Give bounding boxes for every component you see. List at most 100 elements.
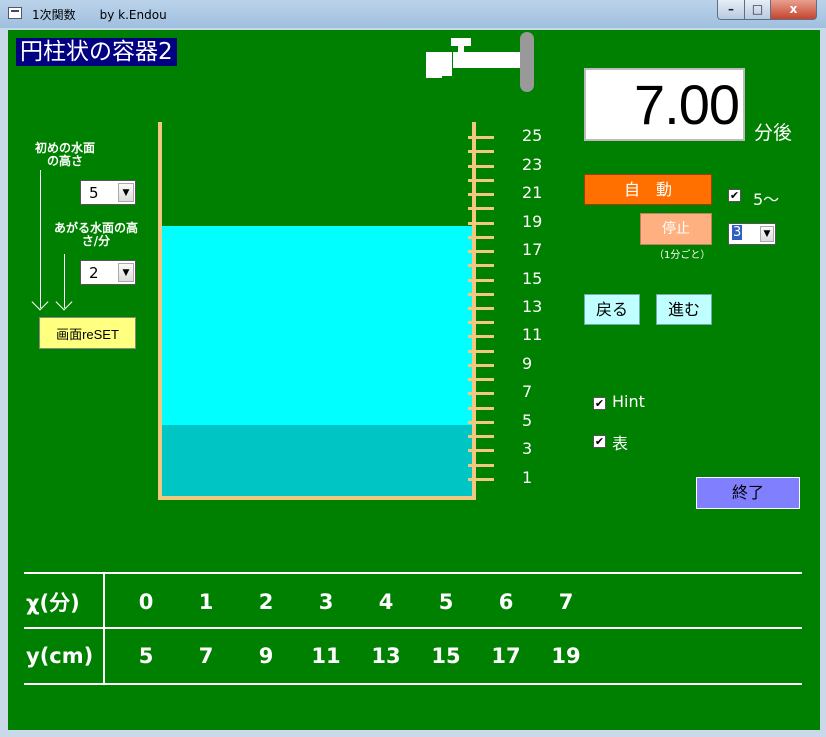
scale-label: 21: [522, 183, 543, 203]
x-value-cell: 1: [198, 590, 214, 614]
app-canvas: 円柱状の容器2 25 23 21 19 17 15 13 11 9 7 5 3 1 初めの水面の高さ 5…: [8, 30, 820, 730]
table-checkbox[interactable]: ✔: [593, 435, 606, 448]
scale-label: 25: [522, 126, 543, 146]
y-value-cell: 17: [491, 644, 521, 668]
scale-tick: [468, 150, 494, 154]
table-divider: [24, 627, 802, 629]
table-divider: [24, 683, 802, 685]
initial-height-label: 初めの水面の高さ: [34, 141, 95, 168]
scale-tick: [468, 335, 494, 339]
scale-label: 17: [522, 240, 543, 260]
container-left-wall: [158, 122, 162, 500]
scale-label: 7: [522, 382, 533, 402]
scale-tick: [468, 363, 494, 367]
y-value-cell: 11: [311, 644, 341, 668]
faucet-pipe-icon: [453, 52, 523, 68]
arrow-head-icon: [55, 293, 73, 311]
scale-tick: [468, 392, 494, 396]
window-title: 1次関数 by k.Endou: [32, 8, 167, 22]
scale-tick: [468, 221, 494, 225]
stop-interval-note: （1分ごと）: [654, 250, 711, 261]
scale-tick: [468, 193, 494, 197]
hint-checkbox[interactable]: ✔: [593, 397, 606, 410]
y-value-cell: 19: [551, 644, 581, 668]
scale-tick: [468, 164, 494, 168]
scale-tick: [468, 278, 494, 282]
chevron-down-icon[interactable]: ▼: [118, 183, 134, 202]
x-value-cell: 4: [378, 590, 394, 614]
maximize-button[interactable]: □: [744, 0, 771, 20]
scale-label: 3: [522, 439, 533, 459]
scale-tick: [468, 250, 494, 254]
faucet-grip-icon: [520, 32, 534, 92]
chevron-down-icon[interactable]: ▼: [760, 226, 774, 242]
scale-label: 11: [522, 325, 543, 345]
scale-tick: [468, 307, 494, 310]
scale-tick: [468, 178, 494, 182]
reset-button[interactable]: 画面reSET: [39, 317, 136, 349]
scale-label: 15: [522, 268, 543, 288]
auto-play-button[interactable]: 自 動: [584, 174, 712, 205]
arrow-head-icon: [31, 293, 49, 311]
scale-tick: [468, 406, 494, 410]
rise-per-minute-label: あがる水面の高さ/分: [53, 221, 138, 248]
exit-button[interactable]: 終了: [696, 477, 800, 509]
chevron-down-icon[interactable]: ▼: [118, 263, 134, 282]
x-value-cell: 5: [438, 590, 454, 614]
minimize-button[interactable]: –: [717, 0, 745, 20]
y-value-cell: 15: [431, 644, 461, 668]
next-button[interactable]: 進む: [656, 294, 712, 325]
back-button[interactable]: 戻る: [584, 294, 640, 325]
y-value-cell: 13: [371, 644, 401, 668]
rise-per-minute-select[interactable]: 2 ▼: [80, 260, 136, 285]
table-label: 表: [612, 434, 629, 453]
down-arrow-icon: [40, 170, 41, 308]
y-value-cell: 5: [138, 644, 154, 668]
y-row-header: y(cm): [26, 644, 94, 668]
y-value-cell: 7: [198, 644, 214, 668]
initial-water-fill: [162, 424, 472, 496]
x-row-header: χ(分): [26, 591, 80, 615]
scale-tick: [468, 463, 494, 467]
scale-label: 19: [522, 211, 543, 231]
y-value-cell: 9: [258, 644, 274, 668]
x-value-cell: 7: [558, 590, 574, 614]
initial-height-select[interactable]: 5 ▼: [80, 180, 136, 205]
interval-value: 3: [732, 225, 743, 240]
elapsed-time-display: 7.00: [584, 68, 745, 141]
time-unit-label: 分後: [754, 122, 793, 144]
scale-label: 5: [522, 410, 533, 430]
water-container: 25 23 21 19 17 15 13 11 9 7 5 3 1: [158, 122, 542, 500]
scale-label: 9: [522, 353, 533, 373]
x-value-cell: 6: [498, 590, 514, 614]
rise-per-minute-value: 2: [89, 264, 99, 282]
table-divider: [24, 572, 802, 574]
auto-repeat-label: 5〜: [753, 190, 780, 209]
scale-tick: [468, 378, 494, 382]
scale-label: 23: [522, 154, 543, 174]
interval-select[interactable]: 3 ▼: [728, 223, 776, 245]
page-title: 円柱状の容器2: [16, 38, 177, 66]
scale-tick: [468, 321, 494, 325]
auto-repeat-checkbox[interactable]: ✔: [728, 189, 741, 202]
scale-tick: [468, 136, 494, 140]
scale-tick: [468, 420, 494, 424]
scale-label: 13: [522, 297, 543, 316]
stop-button[interactable]: 停止: [640, 213, 712, 245]
initial-height-value: 5: [89, 184, 99, 202]
x-value-cell: 2: [258, 590, 274, 614]
scale-tick: [468, 477, 494, 481]
app-icon: [8, 7, 22, 19]
container-bottom: [158, 496, 476, 500]
scale-label: 1: [522, 467, 533, 487]
scale-tick: [468, 349, 494, 353]
scale-tick: [468, 292, 494, 296]
hint-label: Hint: [612, 392, 645, 411]
scale-tick: [468, 435, 494, 439]
x-value-cell: 0: [138, 590, 154, 614]
close-button[interactable]: x: [770, 0, 817, 20]
scale-tick: [468, 264, 494, 268]
scale-tick: [468, 207, 494, 211]
title-bar[interactable]: 1次関数 by k.Endou – □ x: [0, 0, 826, 28]
scale-tick: [468, 449, 494, 453]
